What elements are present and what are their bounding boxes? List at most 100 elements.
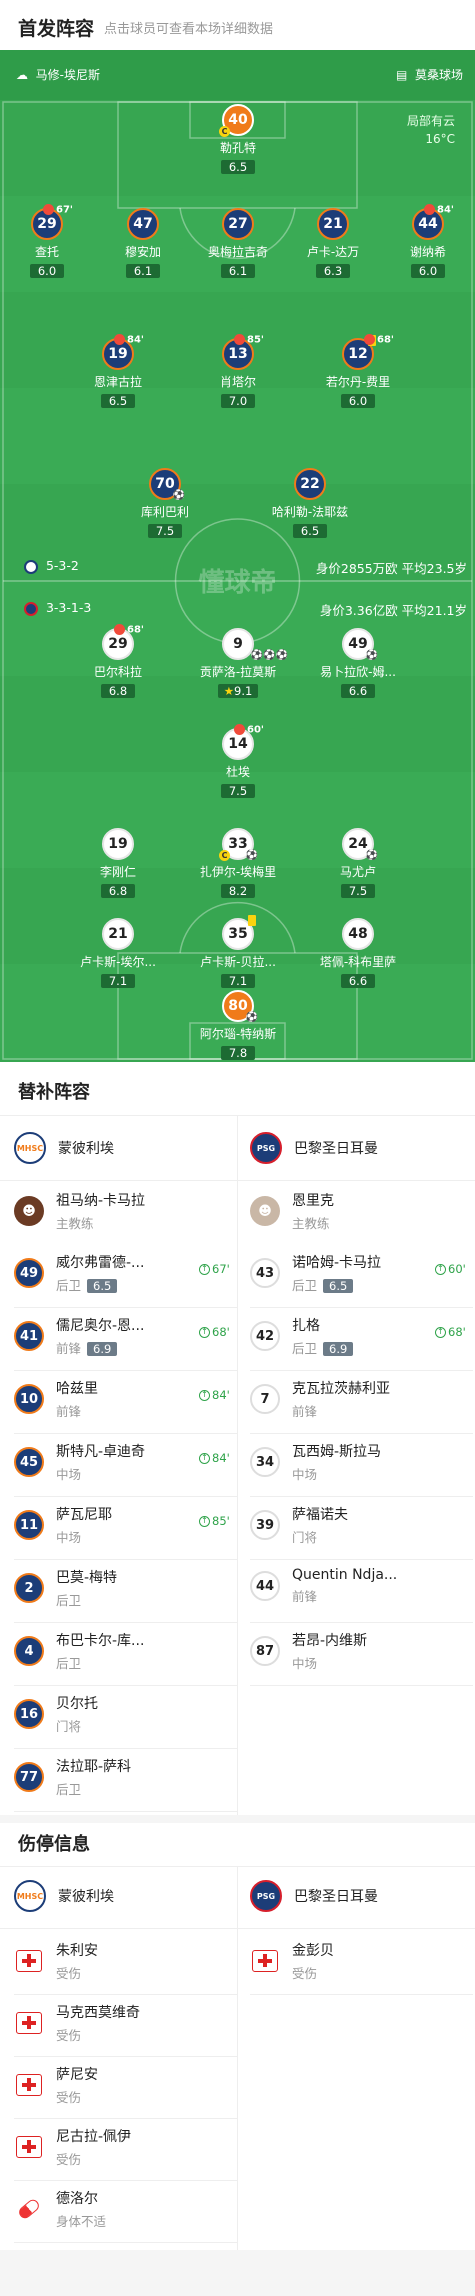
player-away-5[interactable]: 33 C ⚽ 扎伊尔-埃梅里 8.2 — [193, 828, 283, 899]
player-position: 后卫 — [292, 1278, 318, 1293]
shirt-number: 11 — [14, 1510, 44, 1540]
player-position: 后卫 — [56, 1278, 82, 1293]
shirt-number: 41 — [14, 1321, 44, 1351]
sub-player-away[interactable]: 44 Quentin Ndja... 前锋 — [250, 1567, 397, 1605]
sub-player-home[interactable]: 45 斯特凡-卓迪奇 中场 — [14, 1441, 145, 1483]
section-subtitle: 点击球员可查看本场详细数据 — [104, 22, 274, 37]
assist-icon: ⚽ — [365, 650, 378, 661]
sub-player-home[interactable]: 11 萨瓦尼耶 中场 — [14, 1504, 112, 1546]
sub-player-away[interactable]: 43 诺哈姆-卡马拉 后卫 6.5 — [250, 1252, 381, 1294]
player-rating: 6.5 — [87, 1279, 118, 1293]
injury-item[interactable]: 朱利安 受伤 — [14, 1940, 98, 1982]
sub-player-home[interactable]: 4 布巴卡尔-库... 后卫 — [14, 1630, 144, 1672]
medical-kit-icon — [14, 2070, 44, 2100]
sub-player-away[interactable]: 42 扎格 后卫 6.9 — [250, 1315, 354, 1357]
player-away-9[interactable]: 48 塔佩-科布里萨 6.6 — [313, 918, 403, 989]
montpellier-crest-icon: MHSC — [14, 1132, 46, 1164]
shirt-number: 44 — [250, 1571, 280, 1601]
medical-kit-icon — [14, 2008, 44, 2038]
assist-icon: ⚽ — [245, 850, 258, 861]
shirt-number: 34 — [250, 1447, 280, 1477]
shirt-number: 7 — [250, 1384, 280, 1414]
player-home-6[interactable]: 19 84' 恩津古拉 6.5 — [73, 334, 163, 409]
shirt-number: 4 — [14, 1636, 44, 1666]
whistle-icon: ☁ — [16, 68, 28, 82]
player-home-0[interactable]: 40 C 勒孔特 6.5 — [193, 104, 283, 175]
player-home-3[interactable]: 27 奥梅拉吉奇 6.1 — [193, 208, 283, 279]
player-home-8[interactable]: 12 68' 若尔丹-费里 6.0 — [313, 334, 403, 409]
player-name: 萨福诺夫 — [292, 1507, 348, 1523]
arrow-up-icon: ↑ — [199, 1516, 210, 1527]
player-away-8[interactable]: 35 卢卡斯-贝拉... 7.1 — [193, 915, 283, 989]
captain-icon: C — [219, 850, 230, 861]
player-home-2[interactable]: 47 穆安加 6.1 — [98, 208, 188, 279]
sub-player-away[interactable]: 7 克瓦拉茨赫利亚 前锋 — [250, 1378, 390, 1420]
goal-ball-icon: ⚽⚽⚽ — [250, 650, 288, 661]
injury-item[interactable]: 德洛尔 身体不适 — [14, 2188, 106, 2230]
football-pitch: ☁ 马修-埃尼斯 ▤ 莫桑球场 局部有云 16°C 懂球帝 5-3-2 身价285… — [0, 50, 475, 1062]
player-name: 诺哈姆-卡马拉 — [292, 1255, 382, 1271]
injury-item[interactable]: 萨尼安 受伤 — [14, 2064, 98, 2106]
player-away-3[interactable]: 14 60' 杜埃 7.5 — [193, 724, 283, 799]
home-crest-icon — [24, 559, 38, 574]
sub-player-home[interactable]: 2 巴莫-梅特 后卫 — [14, 1567, 117, 1609]
player-home-4[interactable]: 21 卢卡-达万 6.3 — [288, 208, 378, 279]
injury-item[interactable]: 尼古拉-佩伊 受伤 — [14, 2126, 131, 2168]
player-position: 后卫 — [56, 1593, 82, 1608]
player-away-1[interactable]: 9 ⚽⚽⚽ 贡萨洛-拉莫斯 ★9.1 — [193, 628, 288, 699]
sub-player-home[interactable]: 10 哈兹里 前锋 — [14, 1378, 98, 1420]
sub-player-away[interactable]: 39 萨福诺夫门将 — [250, 1504, 348, 1546]
player-away-10[interactable]: 80 ⚽ 阿尔瑙-特纳斯 7.8 — [193, 990, 283, 1061]
player-away-0[interactable]: 29 68' 巴尔科拉 6.8 — [73, 624, 163, 699]
injury-item[interactable]: 金彭贝 受伤 — [250, 1940, 334, 1982]
player-name: 儒尼奥尔-恩... — [56, 1318, 145, 1334]
sub-player-away[interactable]: 34 瓦西姆-斯拉马 中场 — [250, 1441, 381, 1483]
home-formation: 5-3-2 — [24, 558, 79, 574]
medical-kit-icon — [250, 1946, 280, 1976]
sub-player-home[interactable]: 16 贝尔托 门将 — [14, 1693, 98, 1735]
player-name: 哈兹里 — [56, 1381, 98, 1397]
injury-item[interactable]: 马克西莫维奇 受伤 — [14, 2002, 140, 2044]
player-home-9[interactable]: 70 ⚽ 库利巴利 7.5 — [120, 468, 210, 539]
player-away-2[interactable]: 49 ⚽ 易卜拉欣-姆... 6.6 — [313, 628, 403, 699]
injury-status: 身体不适 — [56, 2214, 107, 2229]
sub-player-away[interactable]: 87 若昂-内维斯 中场 — [250, 1630, 367, 1672]
away-venue-label: ▤ 莫桑球场 — [396, 68, 463, 82]
player-away-6[interactable]: 24 ⚽ 马尤卢 7.5 — [313, 828, 403, 899]
player-home-10[interactable]: 22 哈利勒-法耶兹 6.5 — [265, 468, 355, 539]
player-name: 萨瓦尼耶 — [56, 1507, 112, 1523]
subs-home-team: MHSC 蒙彼利埃 — [14, 1132, 114, 1164]
sub-player-home[interactable]: 77 法拉耶-萨科 后卫 — [14, 1756, 131, 1798]
assist-icon: ⚽ — [245, 1012, 258, 1023]
player-position: 中场 — [292, 1656, 318, 1671]
sub-out-icon: 84' — [114, 334, 144, 346]
sub-player-home[interactable]: 49 威尔弗雷德-... 后卫 6.5 — [14, 1252, 144, 1294]
pitch-lines — [2, 101, 473, 1060]
arrow-up-icon: ↑ — [199, 1390, 210, 1401]
player-name: 若昂-内维斯 — [292, 1633, 368, 1649]
shirt-number: 16 — [14, 1699, 44, 1729]
player-home-7[interactable]: 13 85' 肖塔尔 7.0 — [193, 334, 283, 409]
subs-away-team: PSG 巴黎圣日耳曼 — [250, 1132, 378, 1164]
sub-player-home[interactable]: 41 儒尼奥尔-恩... 前锋 6.9 — [14, 1315, 144, 1357]
player-home-5[interactable]: 44 84' 谢纳希 6.0 — [383, 204, 473, 279]
shirt-number: 39 — [250, 1510, 280, 1540]
player-home-1[interactable]: 29 67' 查托 6.0 — [2, 204, 92, 279]
sub-out-icon: 84' — [424, 204, 454, 216]
injuries-title: 伤停信息 — [18, 1834, 90, 1855]
arrow-up-icon: ↑ — [199, 1264, 210, 1275]
player-name: 贝尔托 — [56, 1696, 98, 1712]
player-position: 前锋 — [56, 1404, 82, 1419]
player-away-4[interactable]: 19 李刚仁 6.8 — [73, 828, 163, 899]
player-away-7[interactable]: 21 卢卡斯-埃尔... 7.1 — [73, 918, 163, 989]
sub-out-icon: 68' — [364, 334, 394, 346]
player-position: 门将 — [292, 1530, 318, 1545]
lineup-header: 首发阵容 点击球员可查看本场详细数据 — [0, 0, 475, 50]
arrow-up-icon: ↑ — [199, 1453, 210, 1464]
medical-kit-icon — [14, 1946, 44, 1976]
away-coach[interactable]: ☻ 恩里克 主教练 — [250, 1190, 334, 1232]
sub-out-icon: 60' — [234, 724, 264, 736]
home-coach[interactable]: ☻ 祖马纳-卡马拉 主教练 — [14, 1190, 145, 1232]
player-position: 后卫 — [56, 1656, 82, 1671]
player-name: 威尔弗雷德-... — [56, 1255, 145, 1271]
